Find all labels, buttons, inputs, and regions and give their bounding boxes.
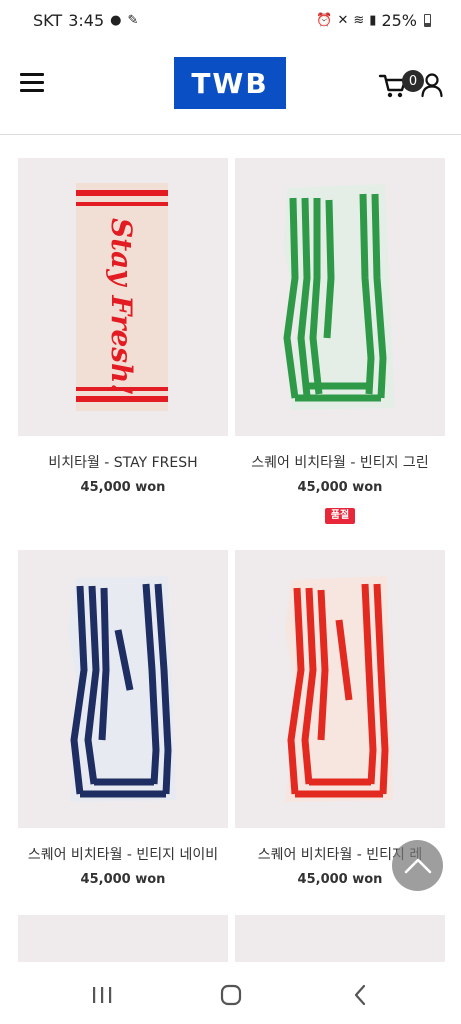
hamburger-menu-icon[interactable] bbox=[20, 73, 46, 93]
product-image[interactable] bbox=[235, 158, 445, 436]
status-right: ⏰ ✕ ≋ ▮ 25% bbox=[316, 11, 431, 30]
brand-logo[interactable]: TWB bbox=[174, 57, 286, 109]
chevron-up-icon bbox=[404, 858, 431, 873]
product-card[interactable]: 스퀘어 비치타월 - 빈티지 그린 45,000 won 품절 bbox=[235, 158, 445, 524]
app-header: TWB 0 bbox=[0, 40, 461, 135]
wifi-icon: ≋ bbox=[353, 13, 365, 28]
green-square-towel-icon bbox=[283, 184, 395, 410]
signal-icon: ▮ bbox=[369, 13, 377, 28]
product-image[interactable] bbox=[18, 550, 228, 828]
navy-square-towel-icon bbox=[68, 576, 176, 802]
product-price: 45,000 won bbox=[80, 872, 166, 887]
status-left: SKT 3:45 ● ✎ bbox=[33, 11, 138, 30]
product-price: 45,000 won bbox=[80, 480, 166, 495]
battery-icon bbox=[424, 14, 431, 27]
red-square-towel-icon bbox=[285, 576, 393, 802]
soldout-badge: 품절 bbox=[325, 508, 355, 524]
scroll-to-top-button[interactable] bbox=[392, 840, 443, 891]
notification-icon: ● bbox=[110, 13, 122, 28]
product-card[interactable]: 스퀘어 비치타월 - 빈티지 네이비 45,000 won bbox=[18, 550, 228, 887]
product-name[interactable]: 스퀘어 비치타월 - 빈티지 그린 bbox=[235, 452, 445, 472]
sync-icon: ✎ bbox=[127, 13, 139, 28]
product-price: 45,000 won bbox=[297, 480, 383, 495]
carrier-label: SKT bbox=[33, 11, 63, 30]
user-account-icon[interactable] bbox=[420, 72, 444, 98]
product-image-partial[interactable] bbox=[235, 915, 445, 965]
product-name[interactable]: 스퀘어 비치타월 - 빈티지 네이비 bbox=[18, 844, 228, 864]
recent-apps-icon[interactable] bbox=[87, 982, 117, 1008]
status-bar: SKT 3:45 ● ✎ ⏰ ✕ ≋ ▮ 25% bbox=[0, 0, 461, 40]
alarm-icon: ⏰ bbox=[316, 13, 333, 28]
product-image-partial[interactable] bbox=[18, 915, 228, 965]
battery-level: 25% bbox=[381, 11, 417, 30]
home-icon[interactable] bbox=[216, 982, 246, 1008]
product-image[interactable]: Stay Fresh! bbox=[18, 158, 228, 436]
system-nav-bar bbox=[0, 962, 461, 1024]
mute-icon: ✕ bbox=[337, 13, 349, 28]
back-icon[interactable] bbox=[345, 982, 375, 1008]
product-image[interactable] bbox=[235, 550, 445, 828]
product-name[interactable]: 비치타월 - STAY FRESH bbox=[18, 452, 228, 472]
svg-text:Stay Fresh!: Stay Fresh! bbox=[105, 218, 138, 396]
clock: 3:45 bbox=[68, 11, 105, 30]
stay-fresh-towel-icon: Stay Fresh! bbox=[76, 183, 168, 411]
product-card[interactable]: 스퀘어 비치타월 - 빈티지 레 45,000 won bbox=[235, 550, 445, 887]
product-card[interactable]: Stay Fresh! 비치타월 - STAY FRESH 45,000 won bbox=[18, 158, 228, 495]
